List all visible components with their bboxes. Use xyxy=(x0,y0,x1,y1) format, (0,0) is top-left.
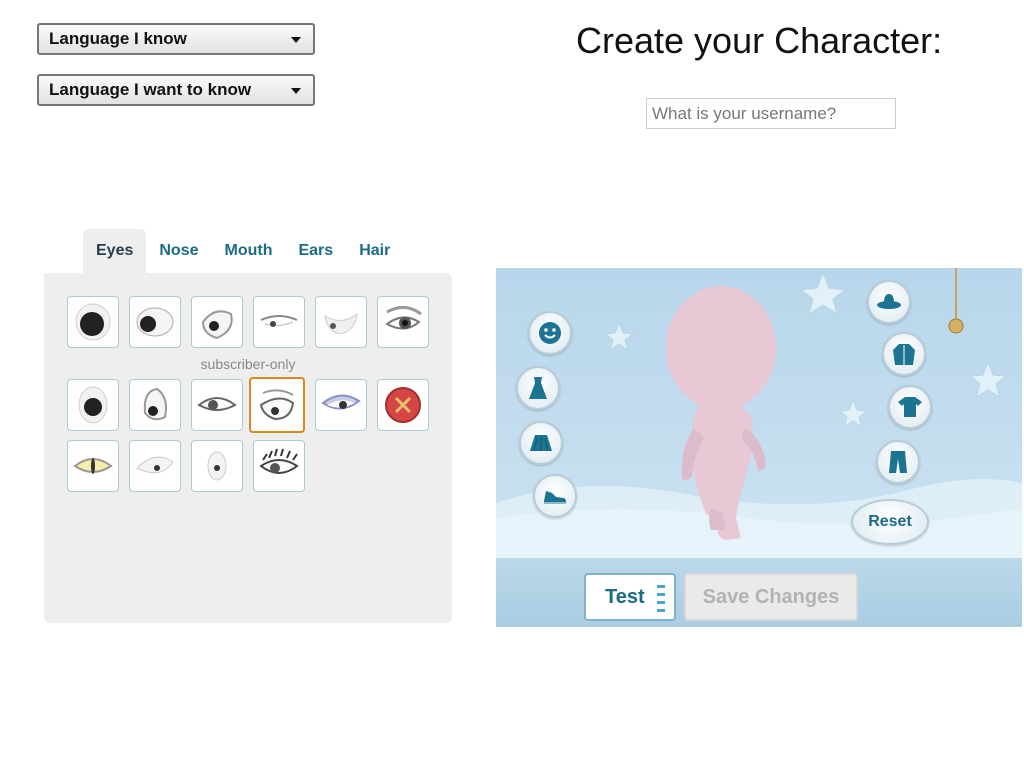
chevron-down-icon xyxy=(291,88,301,94)
hat-icon xyxy=(877,294,901,309)
eyes-option-9[interactable] xyxy=(191,379,243,431)
shirt-icon xyxy=(898,397,922,417)
tab-mouth[interactable]: Mouth xyxy=(212,229,286,273)
jacket-button[interactable] xyxy=(882,332,926,376)
eyes-option-4[interactable] xyxy=(253,296,305,348)
dress-icon xyxy=(529,377,547,399)
eyes-option-6[interactable] xyxy=(377,296,429,348)
language-known-select[interactable]: Language I know xyxy=(37,23,315,55)
hat-button[interactable] xyxy=(867,280,911,324)
eyes-option-12[interactable] xyxy=(377,379,429,431)
eyes-option-13[interactable] xyxy=(67,440,119,492)
eye-style-icon xyxy=(259,389,295,421)
eyes-option-panel: subscriber-only xyxy=(44,273,452,623)
tab-nose[interactable]: Nose xyxy=(146,229,211,273)
eye-style-icon xyxy=(260,315,298,327)
eye-style-icon xyxy=(385,306,422,330)
eye-style-icon xyxy=(201,310,233,340)
eyes-option-5[interactable] xyxy=(315,296,367,348)
eye-style-icon xyxy=(259,448,299,474)
eyes-option-3[interactable] xyxy=(191,296,243,348)
eye-style-icon xyxy=(385,387,421,423)
shoe-icon xyxy=(544,491,567,504)
eye-style-icon xyxy=(324,312,358,335)
tab-ears[interactable]: Ears xyxy=(285,229,346,273)
eye-style-icon xyxy=(136,456,174,474)
tab-hair[interactable]: Hair xyxy=(346,229,403,273)
eyes-option-16[interactable] xyxy=(253,440,305,492)
test-label: Test xyxy=(605,585,645,608)
pants-icon xyxy=(889,451,907,473)
character-preview: Reset Test Save Changes xyxy=(496,268,1022,627)
pants-button[interactable] xyxy=(876,440,920,484)
reset-button[interactable]: Reset xyxy=(851,499,929,545)
eye-style-icon xyxy=(73,458,113,474)
eyes-option-15[interactable] xyxy=(191,440,243,492)
eye-style-icon xyxy=(207,451,227,481)
language-want-select[interactable]: Language I want to know xyxy=(37,74,315,106)
menu-bars-icon xyxy=(657,585,665,612)
eye-style-icon xyxy=(75,303,111,341)
language-want-label: Language I want to know xyxy=(49,80,252,99)
smiley-face-icon xyxy=(539,322,561,344)
skirt-button[interactable] xyxy=(519,421,563,465)
subscriber-only-label: subscriber-only xyxy=(200,356,296,372)
eye-style-icon xyxy=(197,397,237,411)
eyes-option-10[interactable] xyxy=(249,377,305,433)
eye-style-icon xyxy=(78,386,108,424)
eye-style-icon xyxy=(321,394,361,410)
skirt-icon xyxy=(530,435,552,452)
face-button[interactable] xyxy=(528,311,572,355)
feature-tabs: Eyes Nose Mouth Ears Hair xyxy=(83,229,403,273)
eyes-option-8[interactable] xyxy=(129,379,181,431)
language-known-label: Language I know xyxy=(49,29,187,48)
username-input[interactable] xyxy=(646,98,896,129)
eye-style-icon xyxy=(143,387,167,421)
page-title: Create your Character: xyxy=(576,20,943,61)
eyes-option-7[interactable] xyxy=(67,379,119,431)
dress-button[interactable] xyxy=(516,366,560,410)
shoes-button[interactable] xyxy=(533,474,577,518)
eyes-option-14[interactable] xyxy=(129,440,181,492)
shirt-button[interactable] xyxy=(888,385,932,429)
eyes-option-1[interactable] xyxy=(67,296,119,348)
eyes-option-11[interactable] xyxy=(315,379,367,431)
save-changes-button[interactable]: Save Changes xyxy=(684,573,858,621)
eye-style-icon xyxy=(136,307,174,337)
test-button[interactable]: Test xyxy=(584,573,676,621)
chevron-down-icon xyxy=(291,37,301,43)
jacket-icon xyxy=(893,344,915,365)
eyes-option-2[interactable] xyxy=(129,296,181,348)
tab-eyes[interactable]: Eyes xyxy=(83,229,147,273)
